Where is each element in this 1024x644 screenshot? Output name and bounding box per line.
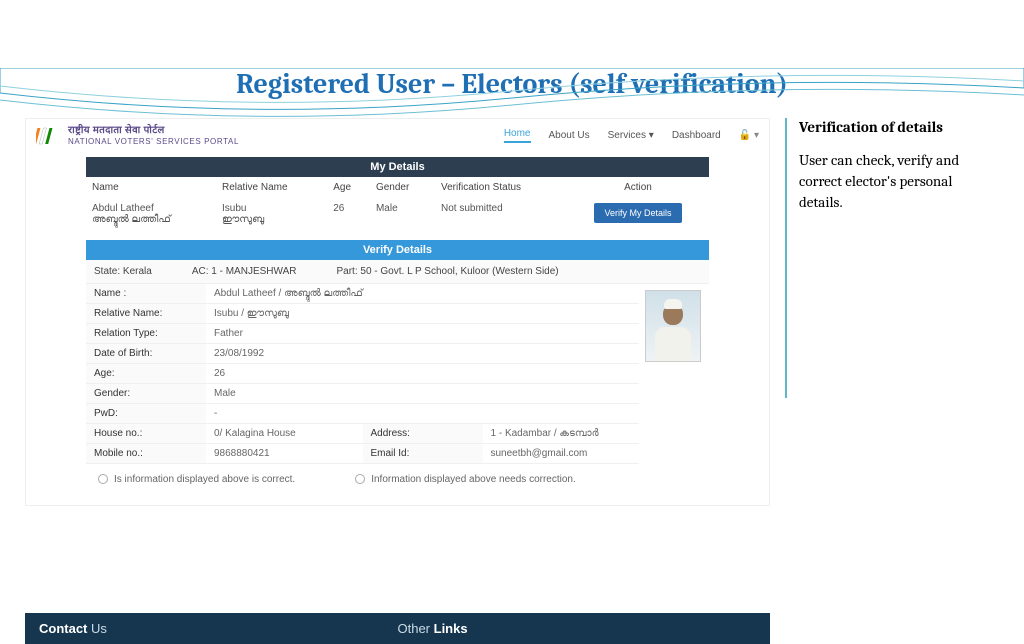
verify-details-panel: Verify Details State: Kerala AC: 1 - MAN…: [86, 240, 709, 495]
label-email: Email Id:: [363, 444, 483, 463]
footer-other-links[interactable]: Other Links: [398, 621, 757, 636]
user-menu[interactable]: 🔓 ▾: [739, 130, 759, 141]
my-details-panel: My Details Name Relative Name Age Gender…: [86, 157, 709, 230]
cell-age: 26: [327, 198, 370, 230]
my-details-header: My Details: [86, 157, 709, 177]
radio-correct[interactable]: Is information displayed above is correc…: [98, 474, 295, 485]
verify-meta-row: State: Kerala AC: 1 - MANJESHWAR Part: 5…: [86, 260, 709, 284]
col-gender: Gender: [370, 177, 435, 198]
value-pwd: -: [206, 404, 639, 423]
value-house: 0/ Kalagina House: [206, 424, 363, 443]
label-gender: Gender:: [86, 384, 206, 403]
verify-details-header: Verify Details: [86, 240, 709, 260]
elector-photo: [639, 284, 709, 464]
cell-gender: Male: [370, 198, 435, 230]
value-age: 26: [206, 364, 639, 383]
label-reltype: Relation Type:: [86, 324, 206, 343]
chevron-down-icon: ▾: [754, 130, 759, 141]
value-gender: Male: [206, 384, 639, 403]
nav-about[interactable]: About Us: [549, 130, 590, 141]
label-dob: Date of Birth:: [86, 344, 206, 363]
value-reltype: Father: [206, 324, 639, 343]
main-nav: Home About Us Services ▾ Dashboard 🔓 ▾: [504, 128, 759, 143]
portal-logo: राष्ट्रीय मतदाता सेवा पोर्टल NATIONAL VO…: [36, 125, 239, 147]
label-pwd: PwD:: [86, 404, 206, 423]
nvsp-logo-icon: [36, 126, 62, 146]
label-age: Age:: [86, 364, 206, 383]
col-age: Age: [327, 177, 370, 198]
col-name: Name: [86, 177, 216, 198]
radio-icon: [355, 474, 365, 484]
portal-screenshot-panel: राष्ट्रीय मतदाता सेवा पोर्टल NATIONAL VO…: [25, 118, 770, 506]
label-name: Name :: [86, 284, 206, 303]
user-icon: 🔓: [739, 130, 751, 141]
label-relative: Relative Name:: [86, 304, 206, 323]
logo-text-english: NATIONAL VOTERS' SERVICES PORTAL: [68, 137, 239, 147]
cell-relative: Isubuഈസുബു: [216, 198, 327, 230]
value-address: 1 - Kadambar / കടമ്പാർ: [483, 424, 640, 443]
cell-name: Abdul Latheefഅബ്ദുൽ ലത്തീഫ്: [86, 198, 216, 230]
value-relative: Isubu / ഈസുബു: [206, 304, 639, 323]
chevron-down-icon: ▾: [646, 130, 654, 141]
meta-state: State: Kerala: [94, 266, 152, 277]
value-mobile: 9868880421: [206, 444, 363, 463]
explanation-sidebar: Verification of details User can check, …: [785, 118, 999, 398]
verify-fields: Name :Abdul Latheef / അബ്ദുൽ ലത്തീഫ് Rel…: [86, 284, 639, 464]
my-details-table: Name Relative Name Age Gender Verificati…: [86, 177, 709, 230]
cell-action: Verify My Details: [567, 198, 709, 230]
nav-home[interactable]: Home: [504, 128, 531, 143]
label-mobile: Mobile no.:: [86, 444, 206, 463]
confirmation-radios: Is information displayed above is correc…: [86, 464, 709, 495]
sidebar-body: User can check, verify and correct elect…: [799, 150, 999, 213]
nav-services[interactable]: Services ▾: [608, 130, 654, 141]
footer-contact[interactable]: Contact Us: [39, 621, 398, 636]
radio-icon: [98, 474, 108, 484]
value-email: suneetbh@gmail.com: [483, 444, 640, 463]
verify-my-details-button[interactable]: Verify My Details: [594, 203, 681, 223]
photo-frame: [645, 290, 701, 362]
cell-status: Not submitted: [435, 198, 567, 230]
portal-header: राष्ट्रीय मतदाता सेवा पोर्टल NATIONAL VO…: [26, 119, 769, 151]
meta-ac: AC: 1 - MANJESHWAR: [192, 266, 297, 277]
value-dob: 23/08/1992: [206, 344, 639, 363]
table-row: Abdul Latheefഅബ്ദുൽ ലത്തീഫ് Isubuഈസുബു 2…: [86, 198, 709, 230]
col-relative: Relative Name: [216, 177, 327, 198]
logo-text-hindi: राष्ट्रीय मतदाता सेवा पोर्टल: [68, 125, 239, 137]
col-action: Action: [567, 177, 709, 198]
col-status: Verification Status: [435, 177, 567, 198]
portal-footer: Contact Us Other Links: [25, 613, 770, 644]
nav-dashboard[interactable]: Dashboard: [672, 130, 721, 141]
radio-needs-correction[interactable]: Information displayed above needs correc…: [355, 474, 576, 485]
label-house: House no.:: [86, 424, 206, 443]
table-header-row: Name Relative Name Age Gender Verificati…: [86, 177, 709, 198]
meta-part: Part: 50 - Govt. L P School, Kuloor (Wes…: [336, 266, 558, 277]
label-address: Address:: [363, 424, 483, 443]
value-name: Abdul Latheef / അബ്ദുൽ ലത്തീഫ്: [206, 284, 639, 303]
